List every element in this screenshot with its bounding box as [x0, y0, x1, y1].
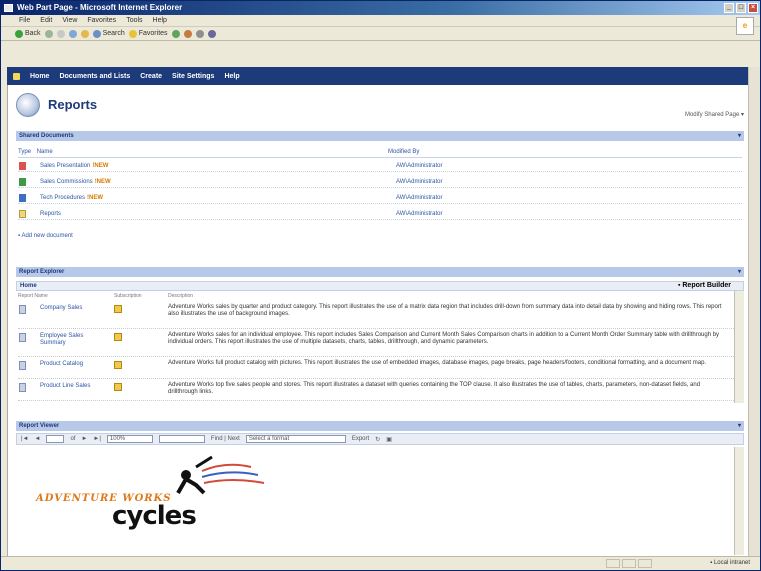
nav-item-help[interactable]: Help: [224, 73, 239, 80]
col-type[interactable]: Type: [18, 149, 31, 155]
stop-icon[interactable]: [56, 29, 65, 38]
report-row[interactable]: Company Sales Adventure Works sales by q…: [18, 303, 734, 329]
first-page-icon[interactable]: |◄: [21, 436, 29, 442]
add-document-link[interactable]: ▪ Add new document: [18, 233, 73, 239]
report-explorer-toolbar: Home ▪ Report Builder: [16, 281, 744, 291]
menu-bar: File Edit View Favorites Tools Help: [1, 15, 760, 27]
browser-toolbar: Back Search Favorites: [1, 27, 760, 41]
report-explorer-title[interactable]: Report Explorer ▾: [16, 267, 744, 277]
documents-header-row: Type Name Modified By: [18, 149, 742, 158]
cycles-logo-text: cycles: [112, 501, 197, 531]
report-row[interactable]: Product Line Sales Adventure Works top f…: [18, 381, 734, 401]
report-list-header: Report Name Subscription Description: [18, 293, 194, 299]
subscribe-icon[interactable]: [114, 361, 122, 369]
document-row[interactable]: Tech Procedures !NEW AW\Administrator: [18, 193, 742, 204]
report-icon: [19, 333, 26, 342]
home-icon[interactable]: [80, 29, 89, 38]
report-icon: [19, 305, 26, 314]
menu-file[interactable]: File: [19, 15, 30, 26]
report-icon: [19, 361, 26, 370]
history-icon[interactable]: [183, 29, 192, 38]
chevron-down-icon[interactable]: ▾: [738, 421, 741, 431]
ppt-file-icon: [19, 162, 26, 170]
minimize-button[interactable]: _: [724, 3, 734, 13]
search-button[interactable]: Search: [92, 29, 125, 38]
nav-item-create[interactable]: Create: [140, 73, 162, 80]
maximize-button[interactable]: □: [736, 3, 746, 13]
report-icon: [19, 383, 26, 392]
export-format-select[interactable]: Select a format: [245, 435, 346, 443]
report-builder-button[interactable]: ▪ Report Builder: [678, 282, 731, 289]
ie-throbber-logo: e: [736, 17, 754, 35]
browser-window: Web Part Page - Microsoft Internet Explo…: [0, 0, 761, 571]
find-next-link[interactable]: Find | Next: [211, 436, 240, 442]
search-icon: [92, 29, 101, 38]
page-number-input[interactable]: [46, 435, 65, 443]
back-button[interactable]: Back: [15, 29, 41, 38]
forward-arrow-icon[interactable]: [44, 29, 53, 38]
report-viewer-toolbar: |◄ ◄ of ► ►| 100% Find | Next Select a f…: [16, 433, 744, 445]
refresh-icon[interactable]: ↻: [375, 436, 380, 443]
subscribe-icon[interactable]: [114, 383, 122, 391]
document-row[interactable]: Reports AW\Administrator: [18, 209, 742, 220]
cyclist-logo-icon: [176, 455, 265, 495]
sharepoint-top-nav: Home Documents and Lists Create Site Set…: [7, 67, 749, 85]
chevron-down-icon[interactable]: ▾: [738, 131, 741, 141]
close-button[interactable]: ×: [748, 3, 758, 13]
chevron-down-icon[interactable]: ▾: [738, 267, 741, 277]
col-name[interactable]: Name: [37, 149, 53, 155]
nav-icon: [13, 72, 20, 80]
nav-item-home[interactable]: Home: [30, 73, 49, 80]
subscribe-icon[interactable]: [114, 305, 122, 313]
mail-icon[interactable]: [195, 29, 204, 38]
security-zone: ▪ Local intranet: [710, 560, 750, 566]
page-title: Reports: [48, 97, 98, 112]
refresh-icon[interactable]: [68, 29, 77, 38]
media-icon[interactable]: [171, 29, 180, 38]
nav-item-site-settings[interactable]: Site Settings: [172, 73, 214, 80]
report-viewer-title[interactable]: Report Viewer ▾: [16, 421, 744, 431]
folder-icon: [19, 210, 26, 218]
menu-view[interactable]: View: [62, 15, 77, 26]
menu-favorites[interactable]: Favorites: [87, 15, 116, 26]
print-icon[interactable]: ▣: [386, 436, 392, 443]
page-scrollbar[interactable]: [748, 67, 760, 557]
export-link[interactable]: Export: [352, 436, 369, 442]
page-header: Reports Modify Shared Page ▾: [8, 91, 750, 119]
menu-tools[interactable]: Tools: [126, 15, 142, 26]
star-icon: [128, 29, 137, 38]
zoom-select[interactable]: 100%: [106, 435, 153, 443]
site-logo-icon: [16, 93, 40, 117]
favorites-button[interactable]: Favorites: [128, 29, 168, 38]
document-row[interactable]: Sales Presentation !NEW AW\Administrator: [18, 161, 742, 172]
doc-file-icon: [19, 194, 26, 202]
shared-documents-title[interactable]: Shared Documents ▾: [16, 131, 744, 141]
print-icon[interactable]: [207, 29, 216, 38]
report-home-link[interactable]: Home: [20, 283, 37, 289]
document-row[interactable]: Sales Commissions !NEW AW\Administrator: [18, 177, 742, 188]
menu-help[interactable]: Help: [153, 15, 167, 26]
nav-item-documents[interactable]: Documents and Lists: [59, 73, 130, 80]
window-title: Web Part Page - Microsoft Internet Explo…: [17, 3, 183, 12]
title-bar: Web Part Page - Microsoft Internet Explo…: [1, 1, 760, 15]
report-viewer-canvas: ADVENTURE WORKS cycles: [16, 447, 744, 555]
sharepoint-page: Reports Modify Shared Page ▾ Shared Docu…: [7, 85, 749, 557]
menu-edit[interactable]: Edit: [40, 15, 52, 26]
xls-file-icon: [19, 178, 26, 186]
subscribe-icon[interactable]: [114, 333, 122, 341]
prev-page-icon[interactable]: ◄: [35, 436, 41, 442]
report-row[interactable]: Product Catalog Adventure Works full pro…: [18, 359, 734, 379]
ie-app-icon: [4, 4, 13, 12]
report-list-scrollbar[interactable]: [734, 291, 744, 403]
report-row[interactable]: Employee Sales Summary Adventure Works s…: [18, 331, 734, 357]
col-modified-by[interactable]: Modified By: [388, 149, 419, 155]
modify-shared-page-link[interactable]: Modify Shared Page ▾: [685, 111, 744, 118]
report-viewer-scrollbar[interactable]: [734, 447, 744, 555]
last-page-icon[interactable]: ►|: [93, 436, 101, 442]
back-arrow-icon: [15, 29, 23, 38]
next-page-icon[interactable]: ►: [81, 436, 87, 442]
find-input[interactable]: [158, 435, 205, 443]
status-bar: ▪ Local intranet: [1, 556, 760, 570]
